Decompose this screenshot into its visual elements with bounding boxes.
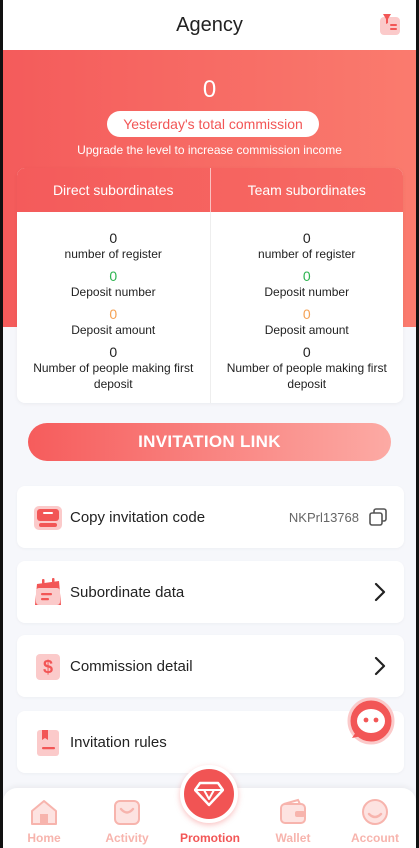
direct-first-deposit-label: Number of people making first deposit <box>33 361 194 391</box>
wallet-icon <box>280 798 306 824</box>
direct-deposit-number-value: 0 <box>109 268 118 284</box>
direct-register-label: number of register <box>64 247 162 261</box>
direct-register-value: 0 <box>109 230 118 246</box>
team-first-deposit-value: 0 <box>302 344 311 360</box>
team-register-value: 0 <box>302 230 311 246</box>
svg-text:$: $ <box>43 657 53 677</box>
copy-icon[interactable] <box>369 508 387 526</box>
calendar-icon <box>35 578 61 605</box>
chevron-right-icon <box>374 582 386 602</box>
tab-home[interactable]: Home <box>3 788 85 848</box>
direct-deposit-amount-value: 0 <box>109 306 118 322</box>
tab-account-label: Account <box>351 831 399 845</box>
team-deposit-number-label: Deposit number <box>264 285 350 299</box>
team-deposit-number-value: 0 <box>302 268 311 284</box>
subordinate-data-row[interactable]: Subordinate data <box>17 561 404 623</box>
direct-first-deposit-value: 0 <box>109 344 118 360</box>
team-deposit-amount-value: 0 <box>302 306 311 322</box>
tab-promotion-label: Promotion <box>180 831 240 845</box>
yesterday-commission-label: Yesterday's total commission <box>107 111 319 137</box>
promotion-diamond-button[interactable] <box>180 765 238 823</box>
diamond-icon <box>194 781 224 807</box>
direct-subordinates-column: 0 number of register 0 Deposit number 0 Dep… <box>17 212 211 403</box>
invitation-code-icon <box>34 506 62 530</box>
invitation-rules-label: Invitation rules <box>70 733 167 751</box>
copy-invitation-code-label: Copy invitation code <box>70 508 206 526</box>
tab-activity[interactable]: Activity <box>86 788 168 848</box>
rules-book-icon <box>37 730 59 756</box>
home-icon <box>31 800 57 825</box>
direct-deposit-amount-label: Deposit amount <box>71 323 156 337</box>
commission-detail-label: Commission detail <box>70 657 193 675</box>
top-bar: Agency <box>0 0 419 50</box>
commission-detail-row[interactable]: $ Commission detail <box>17 635 404 697</box>
customer-service-chat-icon[interactable] <box>344 696 396 746</box>
team-deposit-amount-label: Deposit amount <box>264 323 349 337</box>
page-title: Agency <box>176 13 243 36</box>
team-register-label: number of register <box>258 247 356 261</box>
subordinate-data-label: Subordinate data <box>70 583 185 601</box>
direct-subordinates-heading[interactable]: Direct subordinates <box>17 168 211 212</box>
team-first-deposit-label: Number of people making first deposit <box>226 361 387 391</box>
tab-home-label: Home <box>27 831 61 845</box>
invitation-link-button[interactable]: INVITATION LINK <box>28 423 391 461</box>
tab-activity-label: Activity <box>105 831 149 845</box>
team-subordinates-column: 0 number of register 0 Deposit number 0 Dep… <box>211 212 404 403</box>
team-subordinates-heading[interactable]: Team subordinates <box>211 168 404 212</box>
upgrade-note: Upgrade the level to increase commission… <box>77 143 342 157</box>
copy-invitation-code-row[interactable]: Copy invitation code NKPrl13768 <box>17 486 404 548</box>
chevron-right-icon <box>374 656 386 676</box>
subordinates-stats-card: Direct subordinates Team subordinates 0n… <box>17 168 403 403</box>
tab-wallet[interactable]: Wallet <box>252 788 334 848</box>
tab-wallet-label: Wallet <box>275 831 311 845</box>
invitation-code-value: NKPrl13768 <box>288 509 359 525</box>
account-icon <box>362 799 388 825</box>
activity-bag-icon <box>114 800 140 825</box>
yesterday-commission-value: 0 <box>202 76 217 103</box>
filter-icon[interactable] <box>379 12 401 36</box>
tab-account[interactable]: Account <box>334 788 416 848</box>
dollar-icon: $ <box>36 654 60 680</box>
direct-deposit-number-label: Deposit number <box>70 285 156 299</box>
